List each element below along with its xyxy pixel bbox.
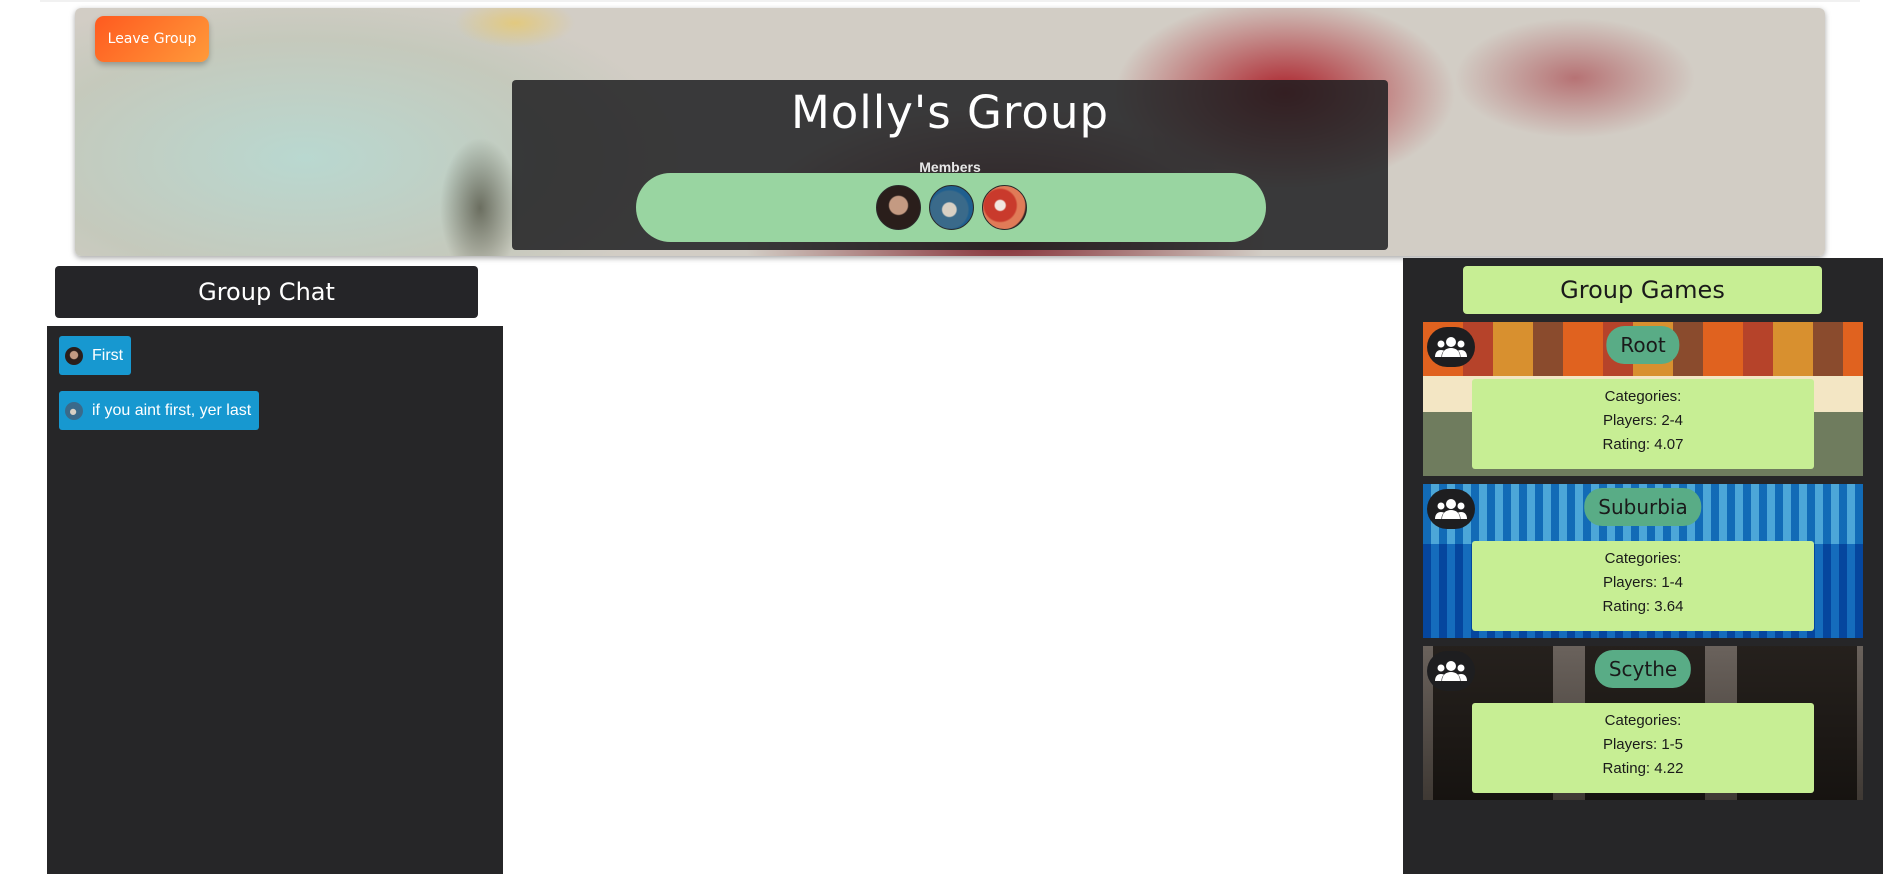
group-chat-title: Group Chat bbox=[55, 266, 478, 318]
game-rating: Rating: 4.22 bbox=[1602, 760, 1684, 777]
game-card-root[interactable]: Root Categories: Players: 2-4 Rating: 4.… bbox=[1423, 322, 1863, 476]
group-people-icon[interactable] bbox=[1427, 651, 1475, 691]
leave-group-button[interactable]: Leave Group bbox=[95, 16, 209, 62]
game-rating: Rating: 4.07 bbox=[1602, 436, 1684, 453]
game-players: Players: 1-4 bbox=[1602, 574, 1684, 591]
game-categories: Categories: bbox=[1604, 712, 1682, 729]
game-players: Players: 2-4 bbox=[1602, 412, 1684, 429]
group-games-title: Group Games bbox=[1463, 266, 1822, 314]
sender-avatar bbox=[65, 346, 83, 365]
sender-avatar bbox=[65, 401, 83, 420]
game-rating: Rating: 3.64 bbox=[1602, 598, 1684, 615]
group-title: Molly's Group bbox=[790, 86, 1110, 139]
game-categories: Categories: bbox=[1604, 550, 1682, 567]
game-name: Scythe bbox=[1594, 650, 1692, 688]
game-card-suburbia[interactable]: Suburbia Categories: Players: 1-4 Rating… bbox=[1423, 484, 1863, 638]
chat-message: if you aint first, yer last bbox=[59, 391, 260, 430]
game-categories: Categories: bbox=[1604, 388, 1682, 405]
game-name: Root bbox=[1606, 326, 1680, 364]
chat-message-text: First bbox=[92, 346, 124, 364]
member-avatar[interactable] bbox=[875, 185, 921, 230]
chat-message-text: if you aint first, yer last bbox=[92, 401, 252, 419]
game-info: Categories: Players: 1-4 Rating: 3.64 bbox=[1472, 541, 1814, 631]
top-divider bbox=[40, 0, 1860, 2]
game-players: Players: 1-5 bbox=[1602, 736, 1684, 753]
group-banner: Leave Group Molly's Group Members bbox=[75, 8, 1825, 256]
group-info-panel: Molly's Group Members bbox=[512, 80, 1388, 250]
game-info: Categories: Players: 1-5 Rating: 4.22 bbox=[1472, 703, 1814, 793]
chat-panel: First if you aint first, yer last bbox=[47, 326, 503, 874]
game-info: Categories: Players: 2-4 Rating: 4.07 bbox=[1472, 379, 1814, 469]
chat-message: First bbox=[59, 336, 132, 375]
game-card-scythe[interactable]: Scythe Categories: Players: 1-5 Rating: … bbox=[1423, 646, 1863, 800]
game-name: Suburbia bbox=[1584, 488, 1702, 526]
group-people-icon[interactable] bbox=[1427, 489, 1475, 529]
member-avatar[interactable] bbox=[928, 185, 974, 230]
members-list bbox=[636, 173, 1266, 242]
group-games-panel: Group Games Root Categories: Players: 2-… bbox=[1403, 258, 1883, 874]
member-avatar[interactable] bbox=[981, 185, 1027, 230]
group-people-icon[interactable] bbox=[1427, 327, 1475, 367]
